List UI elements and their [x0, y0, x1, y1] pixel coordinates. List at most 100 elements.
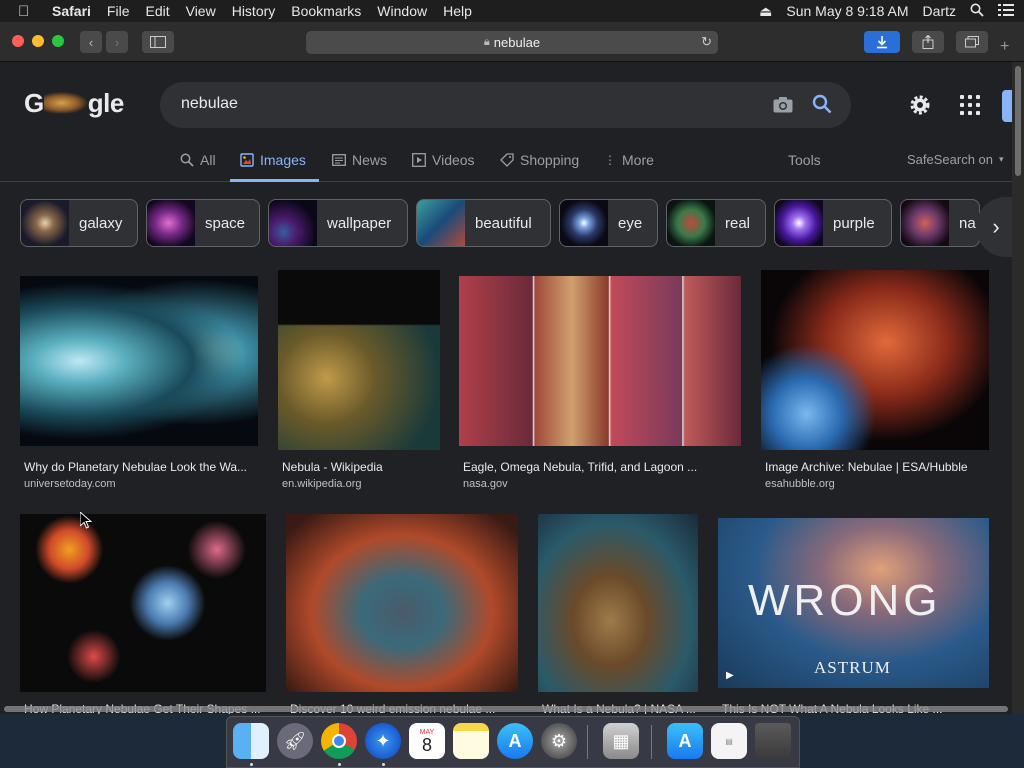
- spotlight-icon[interactable]: [970, 3, 984, 20]
- chip-eye[interactable]: eye: [559, 199, 658, 247]
- result-title[interactable]: Image Archive: Nebulae | ESA/Hubble: [765, 460, 987, 474]
- active-tab-indicator: [230, 179, 319, 182]
- chip-label: space: [205, 214, 246, 232]
- address-bar[interactable]: 🔒︎ nebulae ↻: [306, 31, 718, 54]
- menubar-datetime[interactable]: Sun May 8 9:18 AM: [786, 3, 908, 19]
- vertical-scrollbar[interactable]: [1012, 62, 1024, 714]
- tab-all-label: All: [200, 152, 216, 168]
- chip-thumbnail: [147, 200, 195, 246]
- menu-app-name[interactable]: Safari: [52, 3, 91, 19]
- safari-icon[interactable]: ✦: [365, 723, 401, 759]
- app-store-folder-icon[interactable]: A: [667, 723, 703, 759]
- chip-purple[interactable]: purple: [774, 199, 892, 247]
- chip-beautiful[interactable]: beautiful: [416, 199, 551, 247]
- sidebar-toggle-button[interactable]: [142, 31, 174, 53]
- eject-icon[interactable]: ⏏: [759, 3, 772, 20]
- back-button[interactable]: ‹: [80, 31, 102, 53]
- chip-space[interactable]: space: [146, 199, 260, 247]
- zoom-window-button[interactable]: [52, 35, 64, 47]
- result-thumbnail[interactable]: [538, 514, 698, 692]
- tools-button[interactable]: Tools: [788, 152, 821, 168]
- tab-shopping-label: Shopping: [520, 152, 580, 168]
- menu-bookmarks[interactable]: Bookmarks: [291, 3, 361, 19]
- tab-images[interactable]: Images: [240, 152, 306, 168]
- result-thumbnail[interactable]: [20, 276, 258, 446]
- result-title[interactable]: Why do Planetary Nebulae Look the Wa...: [24, 460, 252, 474]
- safesearch-toggle[interactable]: SafeSearch on ▾: [907, 152, 1004, 167]
- tab-shopping[interactable]: Shopping: [500, 152, 579, 168]
- launchpad-icon[interactable]: 🚀︎: [277, 723, 313, 759]
- result-thumbnail[interactable]: [278, 270, 440, 450]
- search-query[interactable]: nebulae: [181, 95, 238, 113]
- account-avatar[interactable]: [1002, 90, 1012, 122]
- chip-real[interactable]: real: [666, 199, 766, 247]
- app-store-icon[interactable]: A: [497, 723, 533, 759]
- search-icon[interactable]: [811, 93, 833, 115]
- menu-window[interactable]: Window: [377, 3, 427, 19]
- calculator-icon[interactable]: ▦: [603, 723, 639, 759]
- google-doodle-logo[interactable]: Ggle: [24, 88, 124, 119]
- more-vert-icon: ⋮: [604, 153, 616, 167]
- chip-wallpaper[interactable]: wallpaper: [268, 199, 408, 247]
- tag-icon: [500, 153, 514, 167]
- running-indicator: [382, 763, 385, 766]
- sidebar-icon: [150, 36, 166, 48]
- tab-news[interactable]: News: [332, 152, 387, 168]
- notification-center-icon[interactable]: [998, 3, 1014, 19]
- finder-icon[interactable]: [233, 723, 269, 759]
- tab-news-label: News: [352, 152, 388, 168]
- result-thumbnail[interactable]: WRONG ASTRUM ▶: [718, 518, 989, 688]
- tab-all[interactable]: All: [180, 152, 216, 168]
- menu-bar:  Safari File Edit View History Bookmark…: [0, 0, 1024, 22]
- chip-label: beautiful: [475, 214, 532, 232]
- close-window-button[interactable]: [12, 35, 24, 47]
- tabs-overview-button[interactable]: [956, 31, 988, 53]
- dock: 🚀︎ ✦ MAY 8 A ⚙︎ ▦ A ▤: [226, 716, 800, 768]
- calendar-icon[interactable]: MAY 8: [409, 723, 445, 759]
- share-button[interactable]: [912, 31, 944, 53]
- browser-toolbar: ‹ › 🔒︎ nebulae ↻ +: [0, 22, 1024, 62]
- tab-more[interactable]: ⋮ More: [604, 152, 654, 168]
- forward-button[interactable]: ›: [106, 31, 128, 53]
- downloads-button[interactable]: [864, 31, 900, 53]
- reload-icon[interactable]: ↻: [701, 34, 712, 50]
- vertical-scroll-thumb[interactable]: [1015, 66, 1021, 176]
- minimize-window-button[interactable]: [32, 35, 44, 47]
- new-tab-icon[interactable]: +: [1000, 38, 1009, 56]
- chip-nature[interactable]: na: [900, 199, 980, 247]
- chrome-icon[interactable]: [321, 723, 357, 759]
- apple-menu-icon[interactable]: : [18, 3, 40, 20]
- system-preferences-icon[interactable]: ⚙︎: [541, 723, 577, 759]
- chip-label: real: [725, 214, 751, 232]
- menu-edit[interactable]: Edit: [145, 3, 169, 19]
- notes-icon[interactable]: [453, 723, 489, 759]
- result-title[interactable]: Nebula - Wikipedia: [282, 460, 438, 474]
- google-apps-icon[interactable]: [960, 95, 980, 115]
- result-thumbnail[interactable]: [20, 514, 266, 692]
- result-title[interactable]: Eagle, Omega Nebula, Trifid, and Lagoon …: [463, 460, 739, 474]
- settings-gear-icon[interactable]: [908, 93, 932, 117]
- tab-more-label: More: [622, 152, 654, 168]
- horizontal-scroll-thumb[interactable]: [4, 706, 1008, 712]
- search-box[interactable]: nebulae: [160, 82, 851, 128]
- menu-history[interactable]: History: [232, 3, 276, 19]
- address-text: nebulae: [493, 35, 541, 50]
- menu-view[interactable]: View: [186, 3, 216, 19]
- image-icon: [240, 153, 254, 167]
- result-thumbnail[interactable]: [761, 270, 989, 450]
- trash-icon[interactable]: [755, 723, 791, 759]
- chip-galaxy[interactable]: galaxy: [20, 199, 138, 247]
- tab-videos-label: Videos: [432, 152, 475, 168]
- document-file-icon[interactable]: ▤: [711, 723, 747, 759]
- menubar-user[interactable]: Dartz: [923, 3, 956, 19]
- result-thumbnail[interactable]: [459, 276, 741, 446]
- tab-videos[interactable]: Videos: [412, 152, 475, 168]
- result-source: universetoday.com: [24, 478, 116, 490]
- menu-file[interactable]: File: [107, 3, 130, 19]
- chip-thumbnail: [775, 200, 823, 246]
- chips-next-button[interactable]: ›: [976, 197, 1012, 257]
- camera-search-icon[interactable]: [772, 94, 794, 116]
- result-thumbnail[interactable]: [286, 514, 518, 692]
- menu-help[interactable]: Help: [443, 3, 472, 19]
- horizontal-scrollbar[interactable]: [0, 702, 1012, 714]
